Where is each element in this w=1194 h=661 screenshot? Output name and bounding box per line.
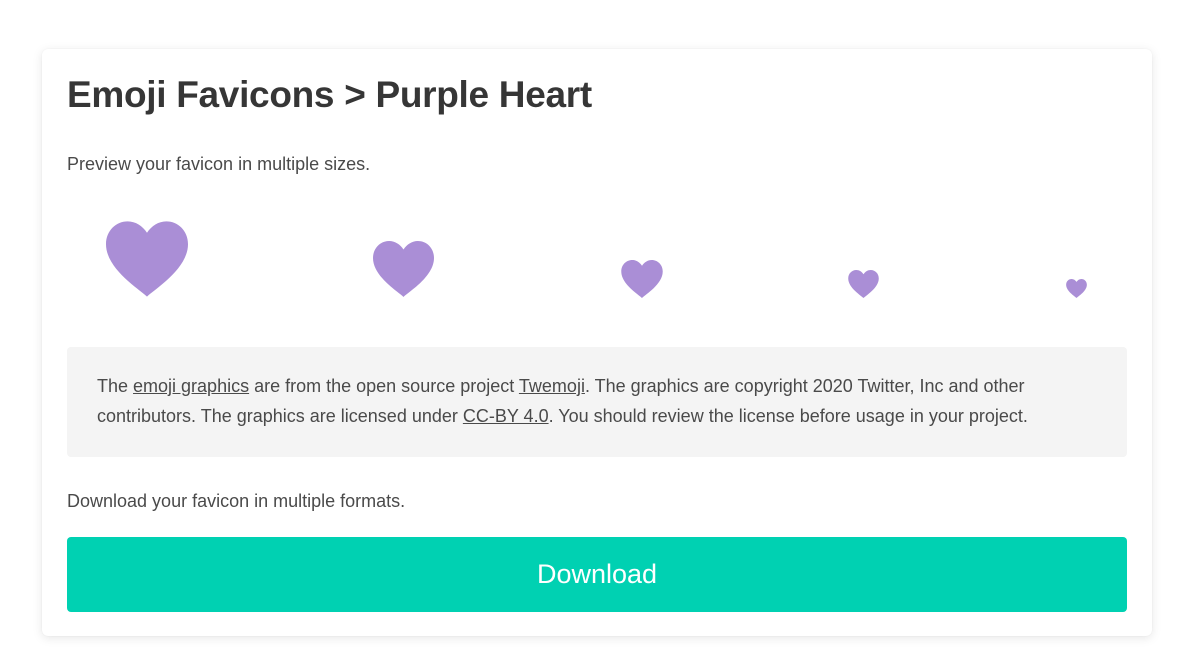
purple-heart-icon (106, 221, 188, 297)
notice-text: The (97, 376, 134, 396)
emoji-graphics-link[interactable]: emoji graphics (133, 376, 249, 396)
cc-by-license-link[interactable]: CC-BY 4.0 (463, 406, 549, 426)
page-title: Emoji Favicons > Purple Heart (67, 74, 592, 115)
license-notice: The emoji graphics are from the open sou… (67, 347, 1127, 457)
purple-heart-icon (848, 270, 879, 298)
download-instructions: Download your favicon in multiple format… (67, 491, 406, 511)
twemoji-link[interactable]: Twemoji (519, 376, 585, 396)
purple-heart-icon (1066, 279, 1087, 298)
favicon-preview-row (42, 209, 1152, 309)
notice-text: are from the open source project (249, 376, 519, 396)
download-button[interactable]: Download (67, 537, 1127, 612)
favicon-card: Emoji Favicons > Purple Heart Preview yo… (42, 49, 1152, 636)
preview-instructions: Preview your favicon in multiple sizes. (67, 154, 371, 174)
notice-text: . You should review the license before u… (548, 406, 1028, 426)
purple-heart-icon (621, 260, 663, 298)
purple-heart-icon (373, 241, 434, 297)
